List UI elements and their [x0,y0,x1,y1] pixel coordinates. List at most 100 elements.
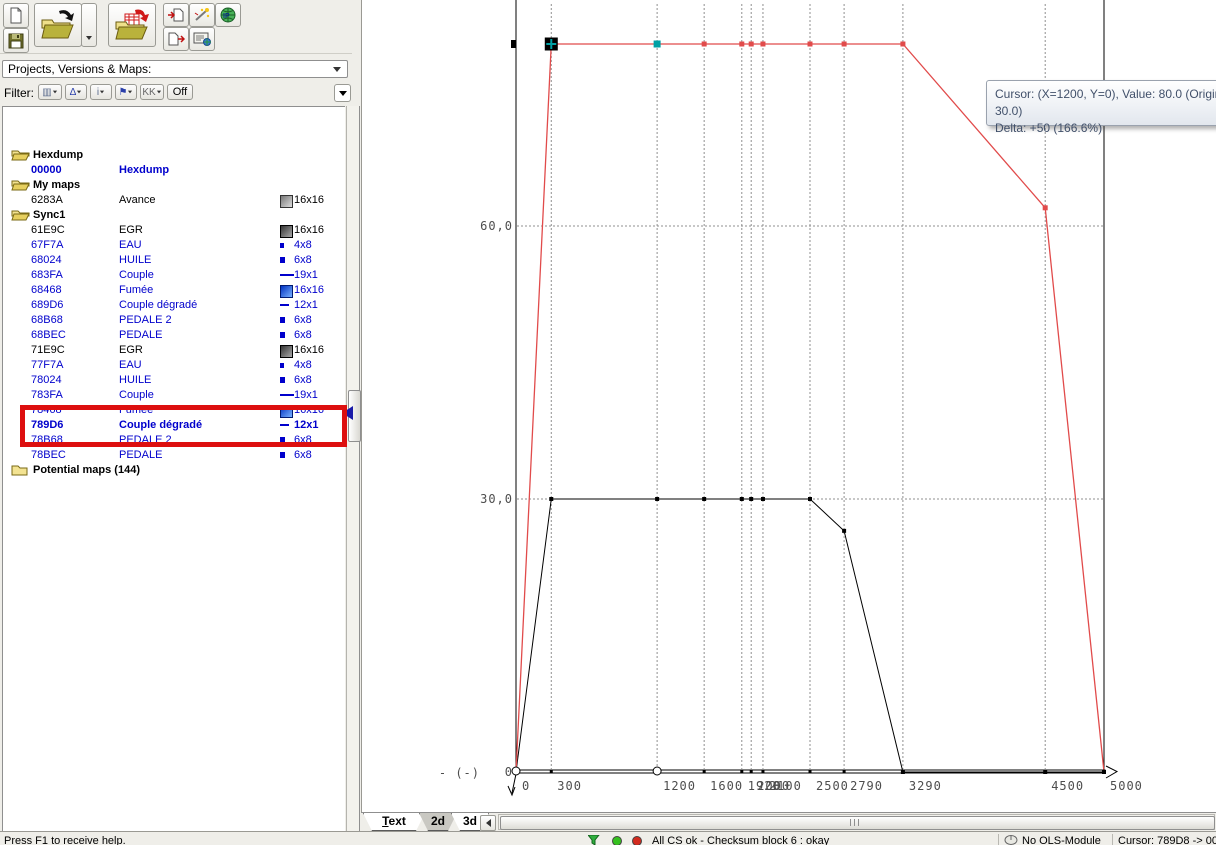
map-row[interactable]: 77F7AEAU4x8 [3,358,343,373]
map-list-scrollbar[interactable] [346,106,360,832]
map-group-row[interactable]: My maps [3,178,343,193]
data-point-modified [749,42,754,47]
view-tab-bar: Text 2d 3d [361,812,1216,831]
map-size-icon [280,195,293,208]
data-point-original [549,497,553,501]
map-size: 6x8 [294,449,312,461]
map-row[interactable]: 67F7AEAU4x8 [3,238,343,253]
map-size-icon [280,243,284,248]
map-row[interactable]: 683FACouple19x1 [3,268,343,283]
map-address: 78024 [31,374,62,386]
map-row[interactable]: 61E9CEGR16x16 [3,223,343,238]
map-2d-view[interactable]: 0300120016001920200021002500279032904500… [361,0,1216,812]
map-row[interactable]: 78BECPEDALE6x8 [3,448,343,463]
cursor-tooltip: Cursor: (X=1200, Y=0), Value: 80.0 (Orig… [986,80,1216,126]
x-axis-tick [809,770,812,773]
map-size: 16x16 [294,194,324,206]
map-name: Avance [119,194,156,206]
export-map-button[interactable] [163,27,189,51]
tab-scroll-left-button[interactable] [480,815,496,831]
data-point-original [1043,770,1047,774]
filter-size-button[interactable]: ▥ [38,84,62,100]
map-size-icon [280,452,285,458]
x-tick-label: 2100 [769,779,802,793]
send-email-button[interactable] [189,27,215,51]
save-button[interactable] [3,28,29,53]
filter-delta-icon: Δ [70,87,77,98]
online-button[interactable]: IP [215,3,241,27]
map-row[interactable]: 68B68PEDALE 26x8 [3,313,343,328]
x-axis-tick [843,770,846,773]
x-axis-tick [703,770,706,773]
map-address: 6283A [31,194,63,206]
map-wizard-button[interactable] [189,3,215,27]
open-dropdown-button[interactable] [81,3,97,47]
map-size: 19x1 [294,389,318,401]
filter-kk-icon: KK [142,87,155,98]
map-row[interactable]: 689D6Couple dégradé12x1 [3,298,343,313]
map-row[interactable]: 68024HUILE6x8 [3,253,343,268]
projects-combobox-label: Projects, Versions & Maps: [8,62,151,76]
map-size: 6x8 [294,374,312,386]
map-row[interactable]: 78024HUILE6x8 [3,373,343,388]
map-address: 68468 [31,284,62,296]
x-axis-arrowhead [1106,766,1117,778]
map-size-icon [280,345,293,358]
filter-funnel-icon [588,835,600,845]
map-row[interactable]: 783FACouple19x1 [3,388,343,403]
x-axis-tick [740,770,743,773]
import-map-button[interactable] [163,3,189,27]
status-checksum-text: All CS ok - Checksum block 6 : okay [652,835,829,845]
map-size-icon [280,377,285,383]
map-address: 61E9C [31,224,65,236]
y-tick-label: 60,0 [480,219,513,233]
map-name: EGR [119,344,143,356]
status-separator [998,834,999,845]
map-group-row[interactable]: Hexdump [3,148,343,163]
tab-2d[interactable]: 2d [419,813,457,831]
map-group-row[interactable]: Potential maps (144) [3,463,343,478]
projects-combobox[interactable]: Projects, Versions & Maps: [2,60,348,78]
open-project-icon [39,8,77,42]
map-name: PEDALE 2 [119,314,172,326]
open-folder-icon [11,208,30,221]
map-name: Fumée [119,284,153,296]
map-row[interactable]: 68BECPEDALE6x8 [3,328,343,343]
tab-text[interactable]: Text [363,813,425,831]
map-row[interactable]: 71E9CEGR16x16 [3,343,343,358]
map-row[interactable]: 00000Hexdump [3,163,343,178]
new-document-icon [8,7,24,24]
axis-origin-marker [512,767,520,775]
map-row[interactable]: 6283A Avance 16x16 [3,193,343,208]
x-axis-tick [550,770,553,773]
open-folder-icon [11,178,30,191]
tooltip-line-1: Cursor: (X=1200, Y=0), Value: 80.0 (Orig… [995,86,1216,120]
y-tick-label: 30,0 [480,492,513,506]
map-address: 68B68 [31,314,63,326]
map-name: PEDALE [119,329,162,341]
map-address: 00000 [31,164,62,176]
open-project-button[interactable] [34,3,82,47]
filter-dropdown-button[interactable] [334,84,351,102]
svg-text:IP: IP [223,13,230,20]
map-address: 689D6 [31,299,63,311]
map-address: 71E9C [31,344,65,356]
x-tick-label: 0 [522,779,530,793]
data-point-original [749,497,753,501]
map-group-row[interactable]: Sync1 [3,208,343,223]
filter-kk-button[interactable]: KK [140,84,164,100]
import-maps-button[interactable] [108,3,156,47]
filter-off-button[interactable]: Off [167,84,193,100]
data-point-modified [900,42,905,47]
filter-flag-button[interactable]: ⚑ [115,84,137,100]
filter-off-label: Off [173,86,187,98]
filter-info-button[interactable]: i [90,84,112,100]
map-row[interactable]: 68468Fumée16x16 [3,283,343,298]
data-point-original [740,497,744,501]
new-document-button[interactable] [3,3,29,28]
x-tick-label: 1200 [663,779,696,793]
map-name: Couple [119,389,154,401]
main-toolbar: IP [0,0,352,53]
map-size-icon [280,257,285,263]
filter-delta-button[interactable]: Δ [65,84,87,100]
